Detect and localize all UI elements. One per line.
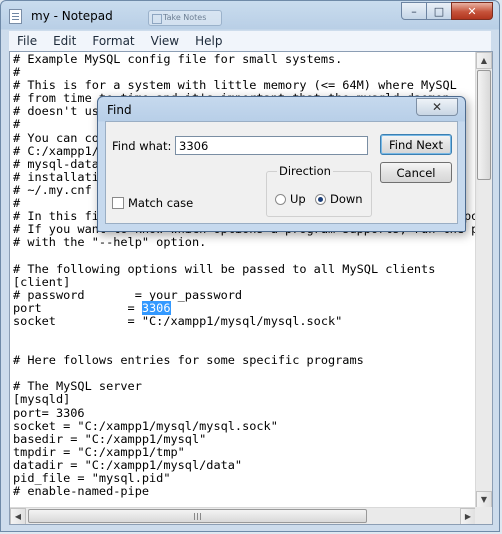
find-what-input[interactable] xyxy=(175,136,368,155)
horizontal-scroll-thumb[interactable] xyxy=(28,509,367,523)
menu-edit[interactable]: Edit xyxy=(45,34,84,48)
match-case-checkbox[interactable]: Match case xyxy=(112,196,193,210)
find-next-button[interactable]: Find Next xyxy=(380,134,452,155)
menu-format[interactable]: Format xyxy=(84,34,142,48)
text-line[interactable]: socket = "C:/xampp1/mysql/mysql.sock" xyxy=(13,314,492,328)
menu-view[interactable]: View xyxy=(143,34,187,48)
text-line[interactable]: tmpdir = "C:/xampp1/tmp" xyxy=(13,445,492,459)
down-label: Down xyxy=(330,192,363,206)
text-line[interactable]: # password = your_password xyxy=(13,288,492,302)
find-what-label: Find what: xyxy=(112,139,172,153)
find-dialog-close-button[interactable]: ✕ xyxy=(416,98,458,116)
text-line[interactable] xyxy=(13,249,492,262)
find-dialog: Find ✕ Find what: Find Next Cancel Direc… xyxy=(97,96,466,232)
text-line[interactable]: port = 3306 xyxy=(13,300,492,315)
text-line[interactable]: # with the "--help" option. xyxy=(13,236,492,249)
menu-file[interactable]: File xyxy=(9,34,45,48)
scroll-down-icon[interactable]: ▼ xyxy=(476,491,492,508)
up-label: Up xyxy=(290,192,306,206)
text-line[interactable] xyxy=(13,328,492,341)
scroll-up-icon[interactable]: ▲ xyxy=(476,52,492,69)
minimize-button[interactable]: – xyxy=(401,2,427,20)
find-dialog-title: Find xyxy=(107,103,132,117)
direction-group: Direction Up Down xyxy=(266,164,372,217)
scroll-left-icon[interactable]: ◀ xyxy=(10,508,26,524)
text-line[interactable]: # Here follows entries for some specific… xyxy=(13,354,492,367)
horizontal-scrollbar[interactable]: ◀ ▶ xyxy=(10,507,476,524)
text-line[interactable]: [mysqld] xyxy=(13,393,492,406)
checkbox-icon[interactable] xyxy=(112,197,124,209)
text-line[interactable]: # enable-named-pipe xyxy=(13,484,492,498)
direction-up-radio[interactable]: Up xyxy=(275,192,306,206)
background-window-tab[interactable]: Take Notes xyxy=(148,10,222,26)
notepad-window: my - Notepad Take Notes – □ ✕ File Edit … xyxy=(0,0,500,532)
window-controls: – □ ✕ xyxy=(401,2,493,20)
maximize-button[interactable]: □ xyxy=(426,2,452,20)
close-button[interactable]: ✕ xyxy=(451,2,493,20)
window-title: my - Notepad xyxy=(31,9,113,23)
selected-text[interactable]: 3306 xyxy=(141,300,171,315)
menu-help[interactable]: Help xyxy=(187,34,230,48)
radio-up-icon[interactable] xyxy=(275,193,286,205)
text-line[interactable]: # Example MySQL config file for small sy… xyxy=(13,52,492,66)
text-line[interactable]: basedir = "C:/xampp1/mysql" xyxy=(13,432,492,446)
text-line[interactable]: # The following options will be passed t… xyxy=(13,262,492,276)
title-bar[interactable]: my - Notepad Take Notes – □ ✕ xyxy=(1,1,499,31)
find-dialog-body: Find what: Find Next Cancel Direction Up… xyxy=(105,121,458,224)
scroll-right-icon[interactable]: ▶ xyxy=(460,508,476,524)
text-line[interactable]: [client] xyxy=(13,275,492,289)
direction-down-radio[interactable]: Down xyxy=(315,192,363,206)
notepad-icon xyxy=(9,9,22,24)
vertical-scrollbar[interactable]: ▲ ▼ xyxy=(475,52,492,508)
text-line[interactable]: # The MySQL server xyxy=(13,380,492,393)
menu-bar: File Edit Format View Help xyxy=(9,31,491,51)
match-case-label: Match case xyxy=(128,196,194,210)
cancel-button[interactable]: Cancel xyxy=(380,162,452,183)
scrollbar-corner xyxy=(475,507,492,524)
vertical-scroll-thumb[interactable] xyxy=(477,70,491,180)
text-line[interactable]: port= 3306 xyxy=(13,406,492,420)
direction-label: Direction xyxy=(277,164,333,178)
radio-down-icon[interactable] xyxy=(315,193,326,205)
text-line[interactable]: socket = "C:/xampp1/mysql/mysql.sock" xyxy=(13,419,492,433)
